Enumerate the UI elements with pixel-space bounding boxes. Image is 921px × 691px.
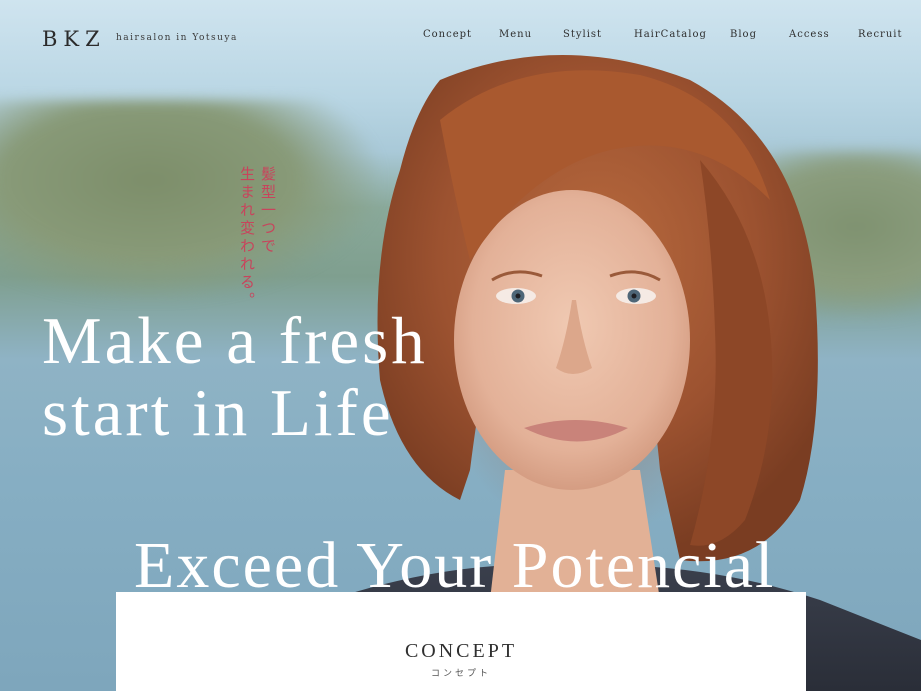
concept-subheading: コンセプト [430,669,491,679]
main-navigation: Concept Menu Stylist HairCatalog Blog Ac… [0,29,921,43]
concept-section-card: CONCEPT コンセプト [116,592,806,691]
nav-item-concept[interactable]: Concept [423,29,472,40]
nav-item-menu[interactable]: Menu [499,29,532,40]
nav-item-recruit[interactable]: Recruit [858,29,903,40]
catchcopy-line-1: 髪型一つで [259,166,277,256]
hero-headline: Make a fresh start in Life [42,305,428,449]
hero-catchcopy-japanese: 髪型一つで 生まれ変われる。 [238,166,277,310]
catchcopy-line-2: 生まれ変われる。 [238,166,256,310]
nav-item-stylist[interactable]: Stylist [563,29,602,40]
nav-item-haircatalog[interactable]: HairCatalog [634,29,707,40]
concept-heading: CONCEPT [404,640,518,662]
headline-line-1: Make a fresh [42,304,428,378]
headline-line-2: start in Life [42,376,394,450]
nav-item-blog[interactable]: Blog [730,29,757,40]
nav-item-access[interactable]: Access [789,29,830,40]
